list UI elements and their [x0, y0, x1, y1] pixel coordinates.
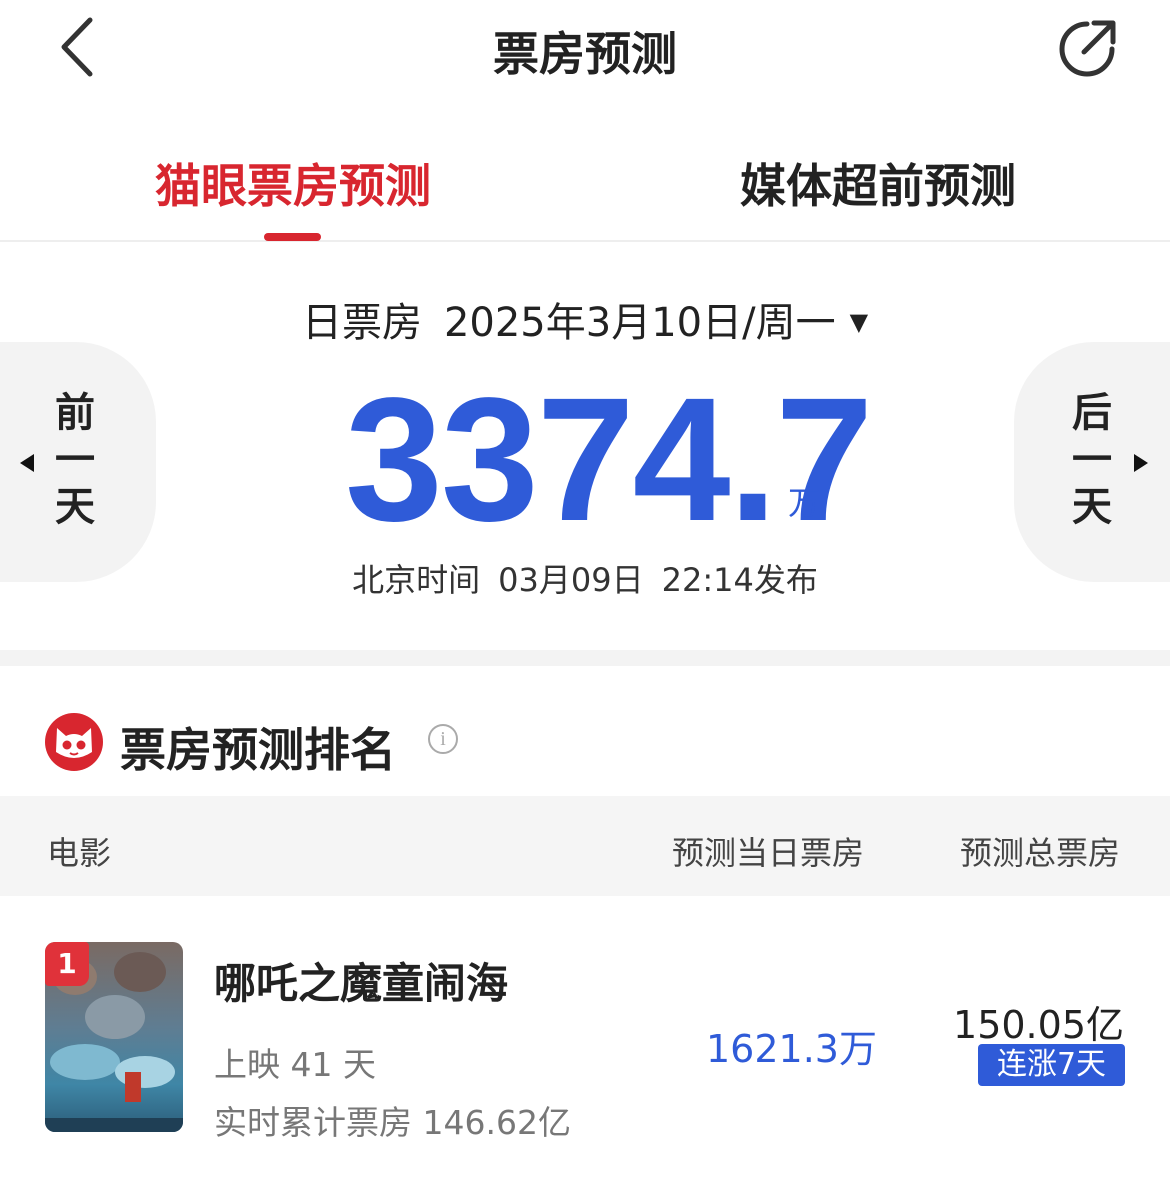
rank-badge: 1: [45, 942, 89, 986]
info-icon[interactable]: i: [428, 724, 458, 754]
total-forecast-value: 150.05亿: [953, 1003, 1124, 1047]
publish-zone: 北京时间: [352, 561, 481, 599]
days-showing: 上映 41 天: [214, 1045, 376, 1084]
maoyan-cat-logo-icon: [45, 713, 103, 771]
date-selector[interactable]: 日票房 2025年3月10日/周一 ▼: [0, 290, 1170, 348]
publish-info: 北京时间 03月09日 22:14发布: [0, 555, 1170, 601]
cumulative-box-office: 实时累计票房 146.62亿: [214, 1103, 571, 1142]
table-header: 电影 预测当日票房 预测总票房: [0, 796, 1170, 896]
arrow-left-icon: [20, 454, 34, 472]
table-row[interactable]: 1 哪吒之魔童闹海 上映 41 天 实时累计票房 146.62亿 1621.3万…: [0, 896, 1170, 1189]
prev-day-label: 前 一 天: [55, 390, 95, 530]
column-header-total-forecast: 预测总票房: [960, 834, 1121, 872]
top-bar: 票房预测: [0, 0, 1170, 100]
dropdown-caret-icon: ▼: [849, 308, 869, 336]
next-day-button[interactable]: 后 一 天: [1014, 342, 1170, 582]
column-header-movie: 电影: [47, 834, 112, 872]
active-tab-indicator: [264, 233, 321, 241]
tab-bar: 猫眼票房预测 媒体超前预测: [0, 130, 1170, 242]
date-label: 2025年3月10日/周一: [443, 300, 836, 346]
prev-day-button[interactable]: 前 一 天: [0, 342, 156, 582]
publish-date: 03月09日: [498, 561, 644, 599]
next-day-label: 后 一 天: [1072, 390, 1112, 530]
ranking-title: 票房预测排名: [120, 723, 396, 777]
tab-media-forecast[interactable]: 媒体超前预测: [740, 150, 1016, 216]
movie-title[interactable]: 哪吒之魔童闹海: [214, 950, 508, 1011]
tab-maoyan-forecast[interactable]: 猫眼票房预测: [155, 150, 431, 216]
daily-forecast-unit: 万: [788, 484, 821, 522]
publish-time: 22:14发布: [661, 561, 818, 599]
page-title: 票房预测: [493, 27, 677, 81]
column-header-day-forecast: 预测当日票房: [672, 834, 865, 872]
section-divider: [0, 650, 1170, 666]
arrow-right-icon: [1134, 454, 1148, 472]
share-icon[interactable]: [1054, 16, 1120, 82]
box-office-type-label: 日票房: [301, 300, 422, 346]
streak-badge: 连涨7天: [978, 1044, 1125, 1086]
day-forecast-value: 1621.3万: [706, 1027, 877, 1071]
